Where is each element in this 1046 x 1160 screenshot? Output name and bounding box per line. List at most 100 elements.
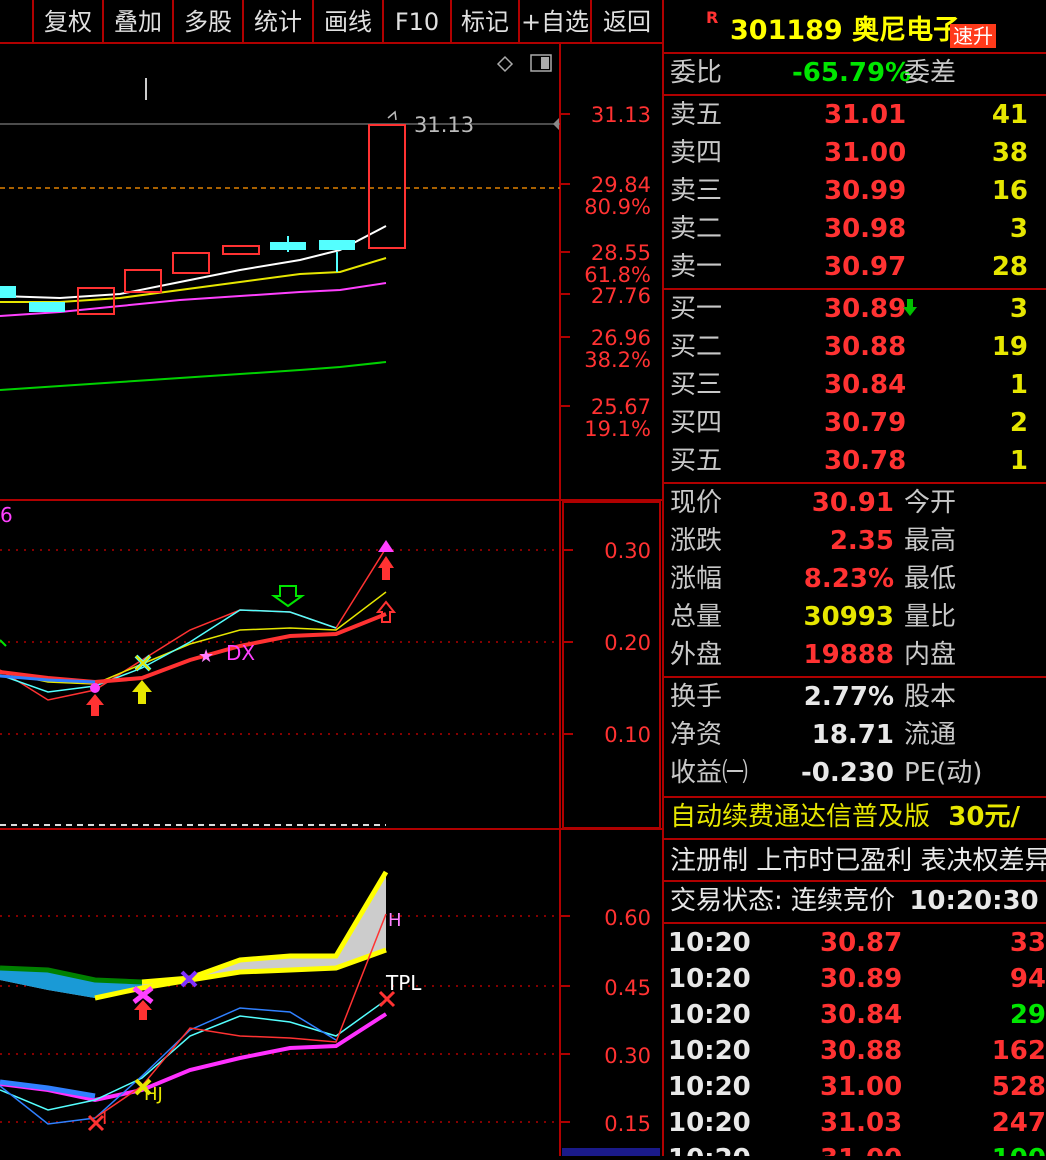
- indicator-label: 6: [0, 503, 13, 527]
- r-badge: R: [706, 8, 719, 27]
- quote-label-2: 最高: [904, 526, 957, 556]
- tick-price: 30.84: [820, 1000, 903, 1030]
- speed-up-tag: 速升: [950, 24, 996, 48]
- ind2-line-blue-thin: [0, 1007, 337, 1125]
- ind1-line-red-thick: [0, 612, 387, 685]
- star-marker-icon: ★: [198, 646, 214, 667]
- buy-level-label: 买二: [670, 332, 723, 362]
- tick-price: 31.00: [820, 1140, 902, 1156]
- buy-level-price: 30.88: [824, 332, 907, 362]
- quote-label: 涨幅: [670, 564, 723, 594]
- sell-level-label: 卖一: [670, 252, 723, 282]
- tick-volume: 29: [1009, 1000, 1046, 1030]
- sell-level-price: 31.00: [824, 138, 907, 168]
- candle: [319, 240, 355, 250]
- fund-value: -0.230: [800, 758, 894, 788]
- up-arrow-icon: [86, 694, 104, 716]
- statistics-button[interactable]: 统计: [242, 0, 312, 42]
- candle: [368, 124, 406, 249]
- tick-price: 30.89: [820, 964, 903, 994]
- sell-level-volume: 16: [991, 176, 1028, 206]
- price-axis-label: 28.55: [591, 241, 651, 265]
- quote-label-2: 今开: [904, 488, 957, 518]
- sell-level-label: 卖三: [670, 176, 723, 206]
- up-arrow-outline-icon: [375, 600, 397, 623]
- high-arrow-icon: [387, 110, 397, 121]
- sell-level-label: 卖四: [670, 138, 723, 168]
- quote-value: 2.35: [829, 526, 894, 556]
- diamond-icon[interactable]: [496, 55, 514, 73]
- ind2-axis-label: 0.15: [604, 1112, 651, 1136]
- top-marker-icon: [378, 540, 394, 552]
- overlay-button[interactable]: 叠加: [102, 0, 172, 42]
- quote-value: 19888: [803, 640, 894, 670]
- tick-volume: 94: [1009, 964, 1046, 994]
- candle: [0, 286, 16, 298]
- status-time: 10:20:30: [909, 886, 1039, 916]
- tick-volume: 100: [992, 1140, 1046, 1156]
- tick-time: 10:20: [668, 964, 751, 994]
- fund-value: 2.77%: [803, 682, 894, 712]
- sell-level-volume: 28: [991, 252, 1028, 282]
- dx-label: DX: [226, 641, 255, 665]
- kline-chart-svg[interactable]: 31.13 29.84 80.9% 28.55 61.8% 27.76 26.9…: [0, 44, 662, 1156]
- quote-value: 30.91: [811, 488, 894, 518]
- quote-label: 外盘: [670, 640, 723, 670]
- price-axis-label: 31.13: [591, 103, 651, 127]
- stock-title: 301189 奥尼电子: [730, 8, 960, 47]
- fib-pct-label: 19.1%: [584, 417, 651, 441]
- fib-pct-label: 80.9%: [584, 195, 651, 219]
- down-arrow-icon: [270, 585, 306, 608]
- sell-level-price: 30.99: [824, 176, 907, 206]
- restore-rights-button[interactable]: 复权: [32, 0, 102, 42]
- ma-line-white: [0, 225, 387, 300]
- quote-value: 8.23%: [803, 564, 894, 594]
- ind1-axis-label: 0.10: [604, 723, 651, 747]
- buy-level-price: 30.79: [824, 408, 907, 438]
- multi-stock-button[interactable]: 多股: [172, 0, 242, 42]
- tick-price: 30.87: [820, 928, 903, 958]
- candlesticks: [0, 124, 406, 315]
- ind2-axis-label: 0.60: [604, 906, 651, 930]
- up-arrow-icon: [378, 556, 394, 580]
- tick-time: 10:20: [668, 1036, 751, 1066]
- sell-level-volume: 3: [1009, 214, 1028, 244]
- sell-level-price: 30.98: [824, 214, 907, 244]
- draw-line-button[interactable]: 画线: [312, 0, 382, 42]
- tick-volume: 528: [991, 1072, 1046, 1102]
- buy-level-label: 买五: [670, 446, 723, 476]
- scroll-indicator[interactable]: [562, 1148, 660, 1156]
- candle: [222, 245, 260, 255]
- tick-time: 10:20: [668, 1000, 751, 1030]
- sell-level-label: 卖二: [670, 214, 723, 244]
- price-axis-label: 27.76: [591, 284, 651, 308]
- back-button[interactable]: 返回: [590, 0, 662, 42]
- ad-text: 自动续费通达信普及版: [670, 802, 931, 832]
- quote-label: 总量: [670, 602, 723, 632]
- buy-level-volume: 2: [1009, 408, 1028, 438]
- mark-button[interactable]: 标记: [450, 0, 518, 42]
- quote-value: 30993: [803, 602, 894, 632]
- layout-toggle-fill: [541, 57, 549, 69]
- quote-label: 现价: [670, 488, 723, 518]
- f10-button[interactable]: F10: [382, 0, 450, 42]
- quote-label: 涨跌: [670, 526, 723, 556]
- price-axis-label: 26.96: [591, 326, 651, 350]
- ind1-axis-label: 0.20: [604, 631, 651, 655]
- add-watchlist-button[interactable]: +自选: [518, 0, 590, 42]
- ind1-line-yellow: [0, 591, 387, 685]
- ad-banner[interactable]: 自动续费通达信普及版 30元/: [670, 798, 1020, 836]
- tick-time: 10:20: [668, 1140, 751, 1156]
- buy-level-label: 买一: [670, 294, 723, 324]
- stock-name: 奥尼电子: [852, 15, 961, 46]
- chart-area[interactable]: 31.13 29.84 80.9% 28.55 61.8% 27.76 26.9…: [0, 44, 662, 1156]
- quote-label-2: 最低: [904, 564, 957, 594]
- status-value: 连续竞价: [791, 886, 896, 916]
- quote-label-2: 量比: [904, 602, 957, 632]
- sell-level-volume: 41: [991, 100, 1028, 130]
- sell-level-price: 31.01: [824, 100, 907, 130]
- hj-label: HJ: [144, 1084, 163, 1105]
- stock-code: 301189: [730, 15, 843, 46]
- fund-label-2: PE(动): [904, 758, 983, 788]
- ind2-axis-label: 0.30: [604, 1044, 651, 1068]
